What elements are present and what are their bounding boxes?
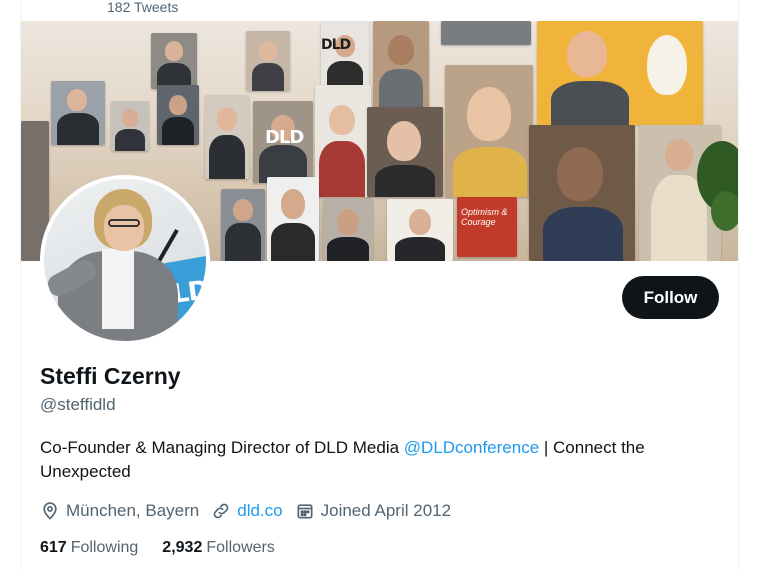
profile-page: 182 Tweets Optimism & Courage DLD DLD DL… (0, 0, 771, 569)
website-item: dld.co (211, 501, 283, 521)
banner-poster-text: Optimism & Courage (461, 207, 508, 227)
followers-count: 2,932 (162, 539, 203, 556)
banner-dld-logo: DLD (265, 127, 304, 148)
banner-photo (537, 21, 703, 125)
banner-photo (151, 33, 197, 89)
banner-dld-logo: DLD (321, 37, 351, 53)
banner-photo (315, 85, 371, 197)
website-link[interactable]: dld.co (237, 501, 282, 521)
banner-poster: Optimism & Courage (457, 197, 517, 257)
joined-text: Joined April 2012 (320, 501, 452, 520)
calendar-icon (297, 504, 313, 519)
tweet-count: 182 Tweets (107, 0, 179, 15)
user-handle: @steffidld (40, 395, 116, 414)
banner-plant (711, 191, 738, 231)
banner-photo (373, 21, 429, 111)
followers-label: Followers (206, 539, 275, 556)
banner-photo (367, 107, 443, 197)
link-icon (213, 503, 229, 519)
banner-photo (445, 65, 533, 197)
follow-stats: 617 Following 2,932 Followers (40, 537, 299, 559)
profile-avatar[interactable]: DLD (40, 175, 210, 345)
banner-photo (321, 21, 369, 91)
display-name: Steffi Czerny (40, 363, 181, 389)
following-label: Following (70, 539, 139, 556)
banner-photo (157, 85, 199, 145)
bio-mention-link[interactable]: @DLDconference (404, 438, 539, 457)
profile-meta: München, Bayern dld.co Joined April 2012 (40, 499, 463, 523)
banner-photo (111, 101, 149, 151)
followers-link[interactable]: 2,932 Followers (162, 539, 275, 557)
follow-button[interactable]: Follow (622, 276, 719, 319)
joined-item: Joined April 2012 (295, 501, 451, 521)
location-text: München, Bayern (66, 501, 200, 520)
banner-photo (529, 125, 635, 261)
banner-photo (267, 177, 319, 261)
following-count: 617 (40, 539, 67, 556)
banner-photo (205, 95, 249, 179)
location-pin-icon (43, 502, 57, 520)
banner-photo (221, 189, 265, 261)
banner-photo (246, 31, 290, 91)
banner-photo (387, 199, 453, 261)
banner-photo (441, 21, 531, 45)
banner-photo (323, 199, 373, 261)
following-link[interactable]: 617 Following (40, 539, 138, 557)
banner-photo (51, 81, 105, 145)
profile-bio: Co-Founder & Managing Director of DLD Me… (40, 436, 720, 484)
location-item: München, Bayern (40, 501, 199, 521)
bio-text: Co-Founder & Managing Director of DLD Me… (40, 438, 404, 457)
column-border-right (738, 0, 739, 569)
